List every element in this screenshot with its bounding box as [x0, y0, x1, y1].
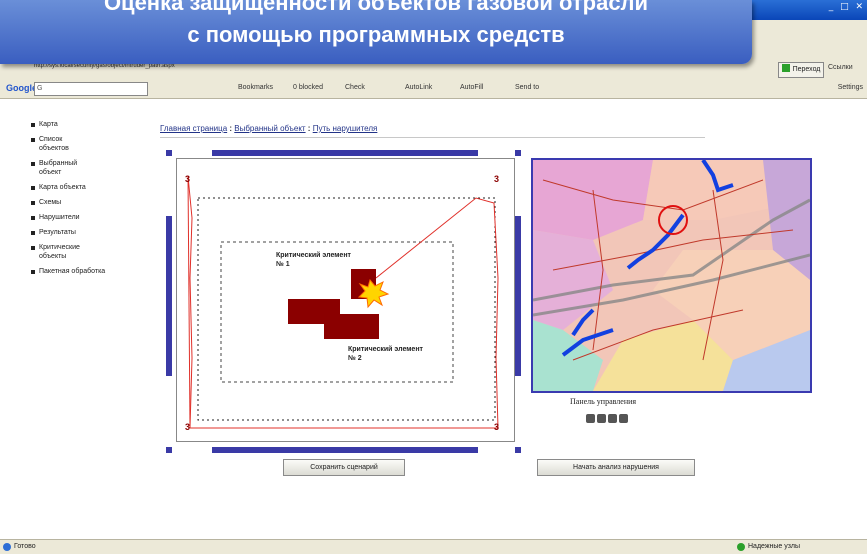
toolbar-settings[interactable]: Settings [838, 84, 863, 91]
divider [160, 137, 705, 138]
breadcrumb-home-link[interactable]: Главная страница [160, 124, 227, 133]
ie-icon [3, 543, 11, 551]
scroll-left-bar[interactable] [166, 216, 172, 376]
nav-item-results[interactable]: Результаты [30, 228, 158, 237]
object-plan-drawing: 3 3 3 3 [185, 174, 499, 432]
status-bar: Готово Надежные узлы [0, 539, 867, 554]
go-button[interactable]: Переход [778, 62, 824, 78]
google-toolbar: Google G Bookmarks 0 blocked Check AutoL… [0, 80, 867, 99]
start-analysis-button[interactable]: Начать анализ нарушения [537, 459, 695, 476]
perimeter-fence [197, 197, 496, 421]
breadcrumb-separator: : [305, 124, 313, 133]
nav-item-intruders[interactable]: Нарушители [30, 213, 158, 222]
slide-title-banner: Оценка защищенности объектов газовой отр… [0, 0, 752, 64]
region-map-drawing [533, 160, 810, 391]
toolbar-autofill[interactable]: AutoFill [460, 84, 483, 91]
intruder-path [187, 175, 499, 429]
nav-item-selected-object[interactable]: Выбранный объект [30, 159, 94, 177]
corner-handle[interactable] [515, 150, 521, 156]
sidebar-nav: Карта Список объектов Выбранный объект К… [30, 120, 158, 282]
perimeter-corner-label: 3 [185, 174, 190, 184]
toolbar-send-to[interactable]: Send to [515, 84, 539, 91]
status-text: Готово [14, 543, 36, 550]
region-map[interactable] [531, 158, 812, 393]
corner-handle[interactable] [166, 150, 172, 156]
save-scenario-button[interactable]: Сохранить сценарий [283, 459, 405, 476]
google-search-input[interactable]: G [34, 82, 148, 96]
perimeter-corner-label: 3 [494, 174, 499, 184]
corner-handle[interactable] [515, 447, 521, 453]
nav-item-schemes[interactable]: Схемы [30, 198, 158, 207]
critical-element-2-label: Критический элемент № 2 [348, 346, 423, 362]
corner-handle[interactable] [166, 447, 172, 453]
toolbar-popup-blocker[interactable]: 0 blocked [293, 84, 323, 91]
nav-item-critical-objects[interactable]: Критические объекты [30, 243, 94, 261]
perimeter-corner-label: 3 [494, 422, 499, 432]
toolbar-autolink[interactable]: AutoLink [405, 84, 432, 91]
critical-element-1-label: Критический элемент № 1 [276, 252, 351, 268]
zoom-out-icon[interactable] [597, 414, 606, 423]
perimeter-corner-label: 3 [185, 422, 190, 432]
slide-title-line1: Оценка защищенности объектов газовой отр… [103, 0, 649, 15]
slide-title-line2: с помощью программных средств [187, 22, 565, 47]
print-icon[interactable] [619, 414, 628, 423]
critical-element-2-block [324, 314, 379, 339]
critical-elements [288, 269, 379, 339]
window-controls[interactable]: _ □ ✕ [829, 2, 865, 12]
google-logo: Google [6, 83, 37, 93]
breadcrumb: Главная страница : Выбранный объект : Пу… [160, 124, 377, 133]
scroll-right-bar[interactable] [515, 216, 521, 376]
security-zone-label: Надежные узлы [748, 543, 801, 550]
nav-item-object-map[interactable]: Карта объекта [30, 183, 158, 192]
control-panel-icons [586, 410, 630, 428]
nav-item-batch-processing[interactable]: Пакетная обработка [30, 267, 158, 276]
trusted-sites-icon [737, 543, 745, 551]
breadcrumb-selected-link[interactable]: Выбранный объект [234, 124, 305, 133]
toolbar-check[interactable]: Check [345, 84, 365, 91]
nav-item-map[interactable]: Карта [30, 120, 158, 129]
breadcrumb-current-link[interactable]: Путь нарушителя [313, 124, 378, 133]
nav-item-object-list[interactable]: Список объектов [30, 135, 89, 153]
links-button[interactable]: Ссылки [828, 64, 853, 71]
scroll-down-bar[interactable] [212, 447, 478, 453]
pan-icon[interactable] [608, 414, 617, 423]
toolbar-bookmarks[interactable]: Bookmarks [238, 84, 273, 91]
control-panel-title: Панель управления [570, 397, 637, 406]
scroll-up-bar[interactable] [212, 150, 478, 156]
zoom-in-icon[interactable] [586, 414, 595, 423]
